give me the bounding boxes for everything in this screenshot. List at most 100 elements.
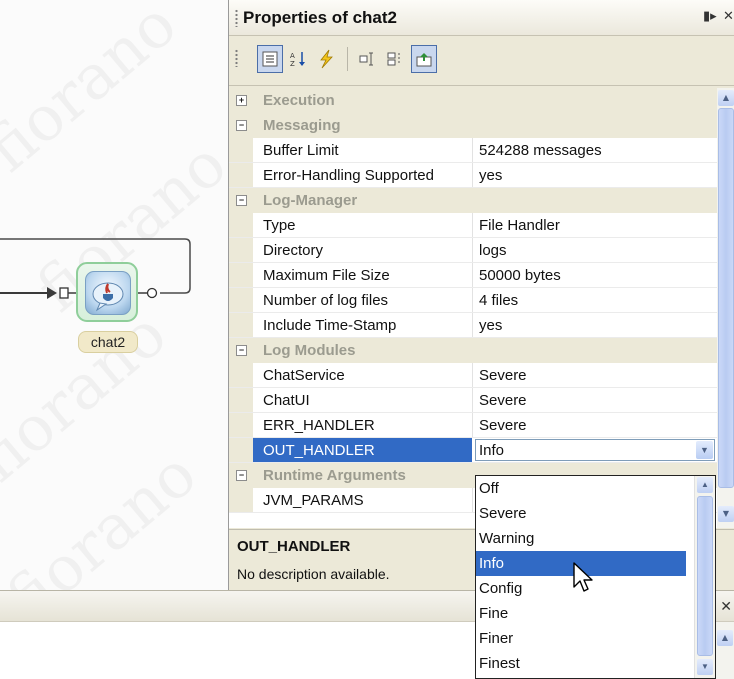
scroll-up-icon[interactable]: ▲ [718, 90, 734, 106]
collapse-icon [387, 52, 400, 66]
property-row-selected[interactable]: OUT_HANDLER Info ▼ [229, 438, 717, 463]
property-name: ChatUI [263, 392, 310, 409]
app-root: fiorano fiorano fiorano fiorano [0, 0, 734, 679]
properties-toolbar: AZ [229, 36, 734, 86]
property-row[interactable]: Type File Handler [229, 213, 717, 238]
property-value[interactable]: 50000 bytes [479, 263, 561, 288]
category-label: Runtime Arguments [263, 467, 406, 484]
category-label: Messaging [263, 117, 341, 134]
expand-icon [359, 52, 373, 66]
category-row[interactable]: + Execution [229, 88, 717, 113]
expand-all-button[interactable] [355, 45, 381, 73]
category-label: Log Modules [263, 342, 356, 359]
property-name: Error-Handling Supported [263, 167, 434, 184]
property-row[interactable]: Include Time-Stamp yes [229, 313, 717, 338]
mouse-cursor-icon [573, 562, 593, 592]
scroll-up-icon[interactable]: ▲ [697, 477, 713, 493]
flow-canvas[interactable]: fiorano fiorano fiorano fiorano [0, 0, 240, 636]
panel-header: Properties of chat2 ▮▸ ✕ [229, 0, 734, 36]
property-value[interactable]: 524288 messages [479, 138, 602, 163]
property-name: Include Time-Stamp [263, 317, 397, 334]
category-label: Execution [263, 92, 335, 109]
output-port-icon [146, 287, 158, 299]
collapse-icon[interactable]: − [236, 345, 247, 356]
expand-icon[interactable]: + [236, 95, 247, 106]
svg-text:A: A [290, 52, 295, 60]
property-row[interactable]: Maximum File Size 50000 bytes [229, 263, 717, 288]
alphabetical-sort-icon: AZ [290, 52, 305, 68]
property-value[interactable]: yes [479, 163, 502, 188]
collapse-icon[interactable]: − [236, 470, 247, 481]
property-value[interactable]: yes [479, 313, 502, 338]
close-icon[interactable]: ✕ [720, 599, 732, 615]
chat-component-icon [85, 271, 131, 315]
category-row[interactable]: − Log Modules [229, 338, 717, 363]
property-value[interactable]: Severe [479, 413, 527, 438]
export-icon [416, 53, 432, 67]
bottom-scrollbar[interactable]: ▲ [716, 622, 734, 679]
property-name: Maximum File Size [263, 267, 390, 284]
arrowhead-icon [47, 287, 57, 299]
node-label[interactable]: chat2 [78, 331, 138, 353]
collapse-icon[interactable]: − [236, 195, 247, 206]
dropdown-option[interactable]: Severe [476, 501, 686, 526]
scroll-thumb[interactable] [697, 496, 713, 656]
property-name: Buffer Limit [263, 142, 339, 159]
sort-alphabetical-button[interactable]: AZ [285, 45, 311, 73]
combobox-value: Info [479, 442, 505, 459]
property-row[interactable]: Directory logs [229, 238, 717, 263]
close-icon[interactable]: ✕ [723, 9, 734, 25]
category-label: Log-Manager [263, 192, 358, 209]
property-value[interactable]: File Handler [479, 213, 560, 238]
category-row[interactable]: − Messaging [229, 113, 717, 138]
lightning-icon [320, 49, 333, 69]
description-text: No description available. [237, 566, 390, 582]
property-row[interactable]: Buffer Limit 524288 messages [229, 138, 717, 163]
component-node-chat2[interactable] [76, 262, 138, 322]
property-name: Type [263, 217, 296, 234]
panel-title: Properties of chat2 [243, 8, 397, 27]
property-name: ChatService [263, 367, 345, 384]
level-combobox[interactable]: Info ▼ [475, 439, 715, 461]
dropdown-option[interactable]: Finest [476, 651, 686, 676]
property-name: Number of log files [263, 292, 389, 309]
property-name: OUT_HANDLER [263, 442, 375, 459]
events-button[interactable] [313, 45, 339, 73]
property-row[interactable]: Number of log files 4 files [229, 288, 717, 313]
property-value[interactable]: Severe [479, 388, 527, 413]
property-row[interactable]: ERR_HANDLER Severe [229, 413, 717, 438]
dropdown-option[interactable]: Warning [476, 526, 686, 551]
property-value[interactable]: logs [479, 238, 507, 263]
property-name: Directory [263, 242, 324, 259]
category-row[interactable]: − Log-Manager [229, 188, 717, 213]
minimize-icon[interactable]: ▮▸ [703, 9, 717, 25]
description-title: OUT_HANDLER [237, 538, 351, 555]
export-button[interactable] [411, 45, 437, 73]
property-value[interactable]: 4 files [479, 288, 518, 313]
dropdown-option[interactable]: Off [476, 476, 686, 501]
property-grid-scrollbar[interactable]: ▲ ▼ [717, 88, 734, 528]
categorized-icon [262, 51, 278, 67]
drag-grip-icon[interactable] [235, 9, 238, 27]
property-row[interactable]: Error-Handling Supported yes [229, 163, 717, 188]
dropdown-option[interactable]: Fine [476, 601, 686, 626]
scroll-down-icon[interactable]: ▼ [697, 659, 713, 675]
property-grid: + Execution − Messaging Buffer Limit 524… [229, 88, 717, 528]
collapse-all-button[interactable] [383, 45, 409, 73]
scroll-up-icon[interactable]: ▲ [717, 630, 733, 646]
dropdown-scrollbar[interactable]: ▲ ▼ [694, 476, 715, 678]
property-row[interactable]: ChatService Severe [229, 363, 717, 388]
scroll-down-icon[interactable]: ▼ [718, 506, 734, 522]
property-row[interactable]: ChatUI Severe [229, 388, 717, 413]
property-name: JVM_PARAMS [263, 492, 364, 509]
property-value[interactable]: Severe [479, 363, 527, 388]
collapse-icon[interactable]: − [236, 120, 247, 131]
input-port-icon [59, 287, 69, 299]
chevron-down-icon[interactable]: ▼ [696, 441, 713, 459]
dropdown-option[interactable]: Finer [476, 626, 686, 651]
svg-text:Z: Z [290, 60, 295, 68]
categorized-view-button[interactable] [257, 45, 283, 73]
scroll-thumb[interactable] [718, 108, 734, 488]
property-name: ERR_HANDLER [263, 417, 375, 434]
toolbar-grip-icon[interactable] [235, 49, 238, 67]
